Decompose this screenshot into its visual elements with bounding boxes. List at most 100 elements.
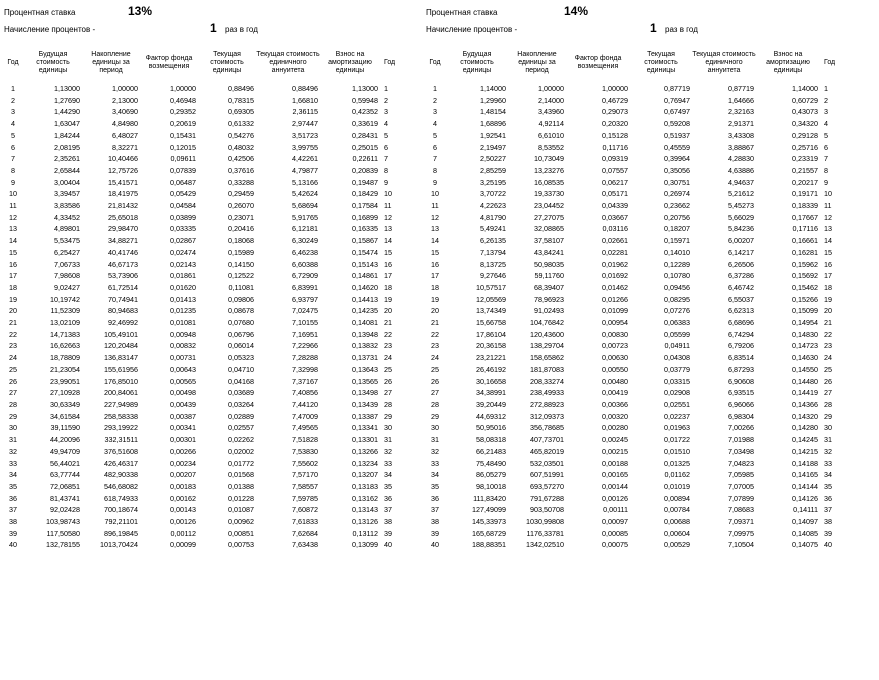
value-cell: 37,58107 [534, 236, 564, 246]
value-cell: 0,07557 [602, 165, 628, 175]
value-cell: 0,00234 [170, 458, 196, 468]
value-cell: 7,32998 [292, 364, 318, 374]
value-cell: 4,33452 [54, 212, 80, 222]
value-cell: 1,13000 [54, 84, 80, 93]
value-cell: 0,00162 [170, 493, 196, 503]
table-row: 25 26,46192 181,87083 0,00550 0,03779 6,87293… [424, 364, 870, 376]
value-cell: 17,86104 [476, 329, 506, 339]
value-cell: 7,22966 [292, 341, 318, 351]
value-cell: 0,14480 [792, 376, 818, 386]
year-cell: 7 [384, 154, 388, 164]
table-row: 34 63,77744 482,90338 0,00207 0,01568 7,57170… [2, 469, 423, 481]
table-row: 24 23,21221 158,65862 0,00630 0,04308 6,83514… [424, 352, 870, 364]
value-cell: 0,14097 [792, 517, 818, 527]
value-cell: 0,21557 [792, 165, 818, 175]
value-cell: 11,52309 [50, 306, 80, 316]
value-cell: 546,68082 [104, 481, 138, 491]
value-cell: 8,32271 [112, 142, 138, 152]
year-cell: 24 [431, 353, 439, 363]
year-cell: 19 [824, 294, 832, 304]
value-cell: 0,14320 [792, 411, 818, 421]
header-cell: Текущая стоимость единицы [210, 50, 244, 74]
table-row: 11 3,83586 21,81432 0,04584 0,26070 5,68694 0,… [2, 200, 423, 212]
table-row: 10 3,70722 19,33730 0,05171 0,26974 5,21612 0,… [424, 188, 870, 200]
value-cell: 46,67173 [108, 259, 138, 269]
value-cell: 0,13266 [352, 446, 378, 456]
value-cell: 6,87293 [728, 364, 754, 374]
value-cell: 0,14235 [352, 306, 378, 316]
value-cell: 0,16335 [352, 224, 378, 234]
header-row: Год Будущая стоимость единицы Накопление… [424, 42, 870, 83]
year-cell: 34 [9, 470, 17, 480]
year-cell: 2 [11, 95, 15, 105]
value-cell: 7,09975 [728, 528, 754, 538]
value-cell: 791,67288 [530, 493, 564, 503]
value-cell: 3,43960 [538, 107, 564, 117]
value-cell: 0,00341 [170, 423, 196, 433]
value-cell: 7,07899 [728, 493, 754, 503]
year-cell: 19 [9, 294, 17, 304]
value-cell: 165,68729 [472, 528, 506, 538]
value-cell: 0,00723 [602, 341, 628, 351]
value-cell: 0,14830 [792, 329, 818, 339]
value-cell: 0,88496 [292, 84, 318, 93]
value-cell: 3,25195 [480, 177, 506, 187]
value-cell: 0,14630 [792, 353, 818, 363]
value-cell: 0,78315 [228, 95, 254, 105]
year-cell: 20 [824, 306, 832, 316]
value-cell: 208,33274 [530, 376, 564, 386]
table-row: 40 188,88351 1342,02510 0,00075 0,00529 7,105… [424, 539, 870, 551]
year-cell: 18 [824, 282, 832, 292]
year-cell: 36 [9, 493, 17, 503]
value-cell: 56,44021 [50, 458, 80, 468]
value-cell: 0,00320 [602, 411, 628, 421]
value-cell: 0,02551 [664, 399, 690, 409]
year-cell: 34 [384, 470, 392, 480]
table-row: 24 18,78809 136,83147 0,00731 0,05323 7,28288… [2, 352, 423, 364]
table-row: 3 1,48154 3,43960 0,29073 0,67497 2,32163 0,43… [424, 106, 870, 118]
value-cell: 0,13832 [352, 341, 378, 351]
value-cell: 0,02557 [228, 423, 254, 433]
value-cell: 0,09806 [228, 294, 254, 304]
table-body: 1 1,14000 1,00000 1,00000 0,87719 0,87719 1,14… [424, 83, 870, 551]
value-cell: 70,74941 [108, 294, 138, 304]
year-cell: 14 [384, 236, 392, 246]
value-cell: 40,41746 [108, 247, 138, 257]
value-cell: 23,21221 [476, 353, 506, 363]
table-row: 27 34,38991 238,49933 0,00419 0,02908 6,93515… [424, 387, 870, 399]
value-cell: 0,01462 [602, 282, 628, 292]
value-cell: 7,10155 [292, 318, 318, 328]
value-cell: 0,48032 [228, 142, 254, 152]
value-cell: 0,00643 [170, 364, 196, 374]
table-row: 17 7,98608 53,73906 0,01861 0,12522 6,72909 0,… [2, 270, 423, 282]
year-cell: 27 [384, 388, 392, 398]
value-cell: 117,50580 [46, 528, 80, 538]
value-cell: 7,55602 [292, 458, 318, 468]
value-cell: 0,17667 [792, 212, 818, 222]
value-cell: 0,37616 [228, 165, 254, 175]
year-cell: 38 [384, 517, 392, 527]
table-row: 31 44,20096 332,31511 0,00301 0,02262 7,51828… [2, 434, 423, 446]
rate-label: Процентная ставка [4, 8, 76, 17]
value-cell: 30,63349 [50, 399, 80, 409]
year-cell: 25 [9, 364, 17, 374]
accrual-value: 1 [210, 21, 217, 35]
table-row: 7 2,50227 10,73049 0,09319 0,39964 4,28830 0,2… [424, 153, 870, 165]
year-cell: 36 [824, 493, 832, 503]
value-cell: 4,28830 [728, 154, 754, 164]
value-cell: 0,14081 [352, 318, 378, 328]
table-row: 31 58,08318 407,73701 0,00245 0,01722 7,01988… [424, 434, 870, 446]
rate-value: 13% [128, 4, 153, 18]
value-cell: 0,35056 [664, 165, 690, 175]
value-cell: 0,03116 [602, 224, 628, 234]
header-row: Год Будущая стоимость единицы Накопление… [2, 42, 423, 83]
value-cell: 0,00085 [602, 528, 628, 538]
value-cell: 2,50227 [480, 154, 506, 164]
year-cell: 17 [9, 271, 17, 281]
table-row: 37 92,02428 700,18674 0,00143 0,01087 7,60872… [2, 504, 423, 516]
accrual-value: 1 [650, 21, 657, 35]
table-row: 35 72,06851 546,68082 0,00183 0,01388 7,58557… [2, 481, 423, 493]
value-cell: 7,98608 [54, 271, 80, 281]
year-cell: 10 [431, 189, 439, 199]
value-cell: 0,14366 [792, 399, 818, 409]
